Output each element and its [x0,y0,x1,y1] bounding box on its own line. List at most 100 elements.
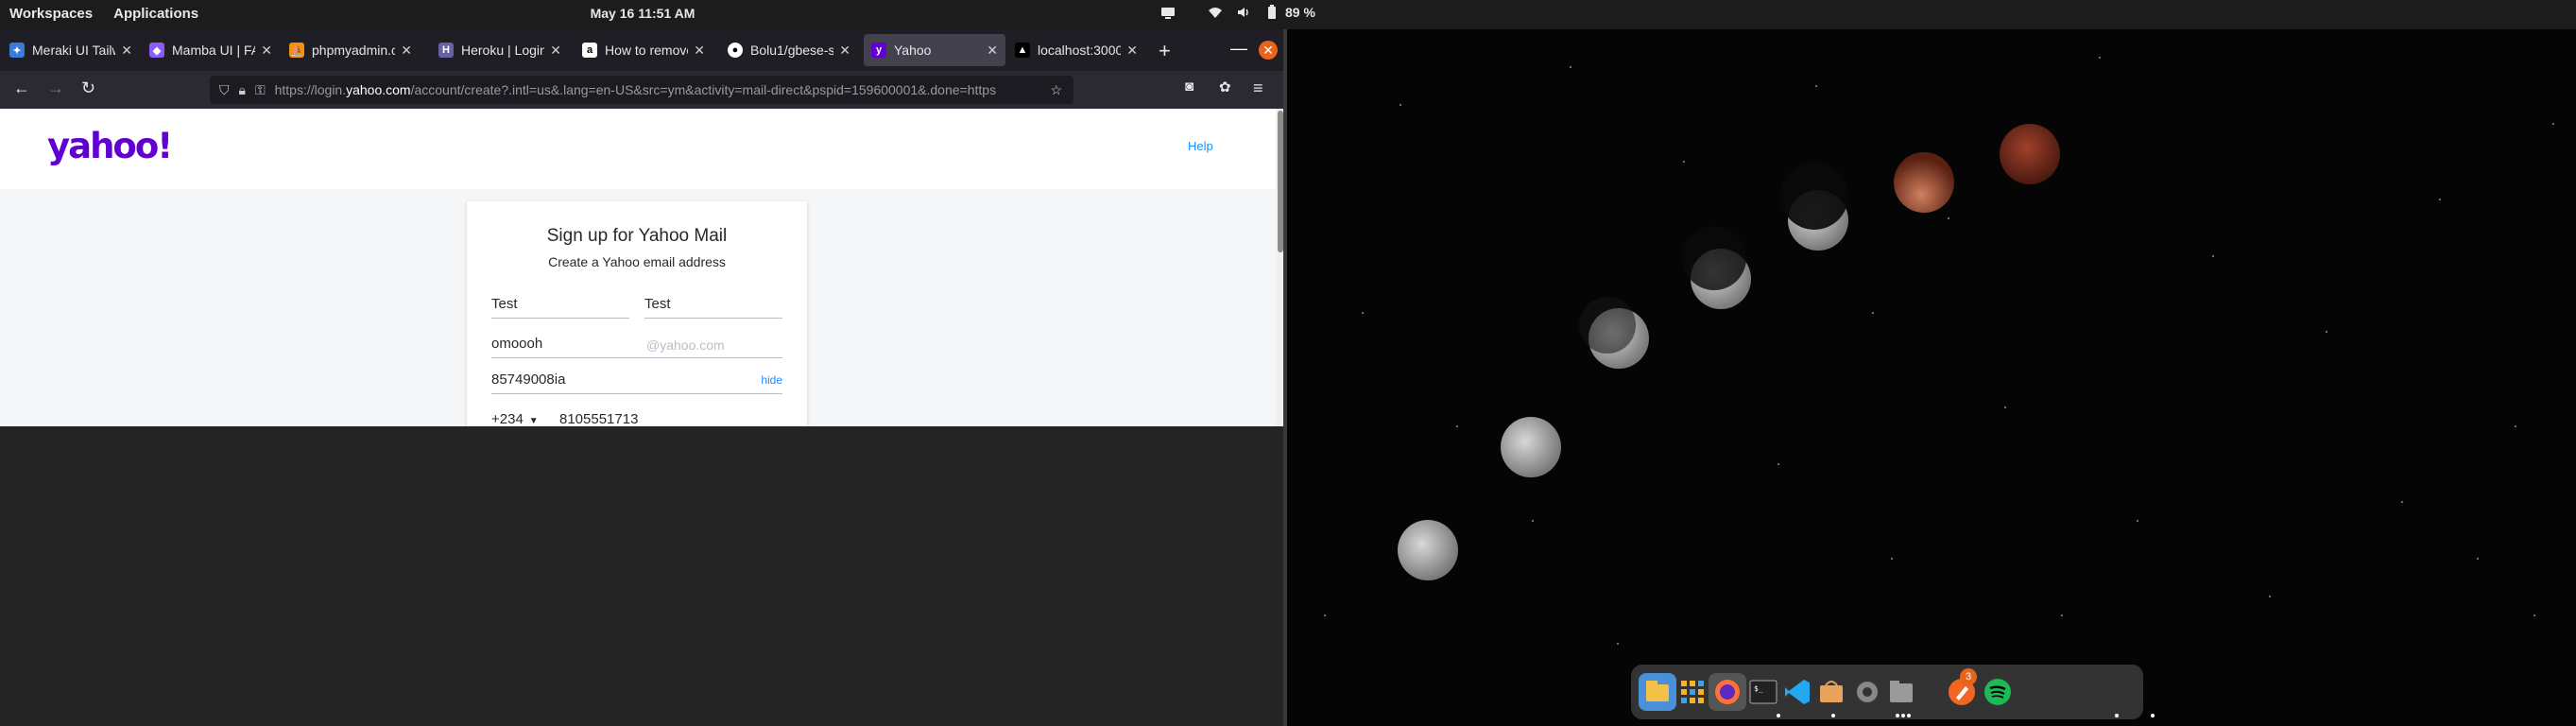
signup-title: Sign up for Yahoo Mail [546,226,728,246]
wifi-icon[interactable] [1208,5,1223,20]
close-icon[interactable]: ✕ [1126,43,1138,59]
url-bar[interactable]: ⛉ 🔒︎ ⚿ https://login.yahoo.com/account/c… [210,76,1073,104]
chevron-down-icon: ▼ [528,416,539,426]
hide-password-button[interactable]: hide [761,373,782,387]
clock[interactable]: May 16 11:51 AM [591,6,696,21]
running-indicator [1777,714,1780,717]
close-icon[interactable]: ✕ [401,43,412,59]
first-name-value: Test [491,296,518,312]
reload-icon[interactable]: ↻ [81,78,95,98]
running-indicator [1831,714,1835,717]
running-indicator [1907,714,1911,717]
app-grid-icon[interactable] [1674,673,1711,711]
tab-phpmyadmin[interactable]: ⛵ phpmyadmin.co ✕ [282,34,420,66]
meraki-favicon-icon: ✦ [9,43,25,58]
last-name-value: Test [644,296,671,312]
extension-icon[interactable]: ✿ [1219,78,1231,95]
tab-label: Mamba UI | FAQ [172,43,255,58]
pocket-icon[interactable]: ◙ [1185,78,1194,95]
running-indicator [1896,714,1899,717]
empty-workspace-area [0,426,1285,726]
localhost-favicon-icon: ▲ [1015,43,1030,58]
minimize-button[interactable]: — [1230,39,1247,59]
terminal-icon[interactable]: $_ [1744,673,1782,711]
tab-label: Bolu1/gbese-se [750,43,834,58]
spotify-icon[interactable] [1979,673,2017,711]
tab-label: Yahoo [894,43,932,58]
firefox-window: ✦ Meraki UI Tailw ✕ ◆ Mamba UI | FAQ ✕ ⛵… [0,29,1285,426]
files-icon[interactable] [1639,673,1676,711]
password-value: 85749008ia [491,372,566,388]
tab-label: Meraki UI Tailw [32,43,116,58]
username-field[interactable]: omoooh @yahoo.com [491,332,782,358]
back-arrow-icon[interactable]: ← [13,78,30,98]
signup-subtitle: Create a Yahoo email address [548,254,726,269]
navigation-toolbar: ← → ↻ ⛉ 🔒︎ ⚿ https://login.yahoo.com/acc… [0,71,1285,109]
vscode-icon[interactable] [1778,673,1816,711]
url-domain: yahoo.com [346,82,411,97]
tab-label: Heroku | Login [461,43,545,58]
battery-icon[interactable] [1264,5,1279,20]
password-field[interactable]: 85749008ia hide [491,368,782,394]
tab-heroku[interactable]: H Heroku | Login ✕ [431,34,569,66]
signup-card: Sign up for Yahoo Mail Create a Yahoo em… [467,201,807,426]
email-suffix: @yahoo.com [646,337,725,353]
bookmark-star-icon[interactable]: ☆ [1050,82,1062,98]
heroku-favicon-icon: H [438,43,454,58]
github-favicon-icon: ● [728,43,743,58]
help-link[interactable]: Help [1188,139,1213,153]
close-icon[interactable]: ✕ [694,43,705,59]
notification-badge: 3 [1960,668,1977,685]
country-code-value: +234 [491,411,524,426]
settings-icon[interactable] [1848,673,1886,711]
url-path: /account/create?.intl=us&.lang=en-US&src… [410,82,997,97]
running-indicator [2151,714,2155,717]
close-icon[interactable]: ✕ [261,43,272,59]
forward-arrow-icon[interactable]: → [47,78,64,98]
tab-yahoo[interactable]: y Yahoo ✕ [864,34,1005,66]
yahoo-logo[interactable]: yahoo! [47,126,173,166]
tab-label: phpmyadmin.co [312,43,396,58]
last-name-field[interactable]: Test [644,292,782,319]
username-value: omoooh [491,336,543,352]
file-manager-icon[interactable] [1882,673,1920,711]
tab-github[interactable]: ● Bolu1/gbese-se ✕ [720,34,858,66]
window-close-button[interactable]: ✕ [1259,41,1278,60]
firefox-icon[interactable] [1709,673,1746,711]
close-icon[interactable]: ✕ [121,43,132,59]
tab-localhost[interactable]: ▲ localhost:3000/ ✕ [1007,34,1145,66]
new-tab-button[interactable]: + [1159,39,1171,63]
yahoo-favicon-icon: y [871,43,886,58]
screen-share-icon[interactable] [1160,5,1176,20]
volume-icon[interactable] [1236,5,1251,20]
tab-mamba[interactable]: ◆ Mamba UI | FAQ ✕ [142,34,280,66]
system-top-bar: Workspaces Applications May 16 11:51 AM … [0,0,2576,29]
running-indicator [1901,714,1905,717]
phone-field[interactable]: 8105551713 [559,407,782,426]
key-icon[interactable]: ⚿ [255,82,266,98]
tab-meraki[interactable]: ✦ Meraki UI Tailw ✕ [2,34,140,66]
hamburger-menu-icon[interactable]: ≡ [1253,78,1263,98]
tab-label: localhost:3000/ [1038,43,1122,58]
url-text[interactable]: https://login.yahoo.com/account/create?.… [275,82,1043,97]
phpmyadmin-favicon-icon: ⛵ [289,43,304,58]
tab-strip: ✦ Meraki UI Tailw ✕ ◆ Mamba UI | FAQ ✕ ⛵… [0,29,1285,71]
yahoo-header: yahoo! Help [0,109,1276,189]
shield-icon[interactable]: ⛉ [219,82,230,98]
mamba-favicon-icon: ◆ [149,43,164,58]
desktop-wallpaper [1287,29,2576,726]
tab-label: How to remove [605,43,689,58]
first-name-field[interactable]: Test [491,292,629,319]
lunar-eclipse-image [1324,57,2554,645]
battery-percent[interactable]: 89 % [1285,5,1315,20]
tab-how-to-remove[interactable]: a How to remove ✕ [575,34,713,66]
store-icon[interactable] [1812,673,1850,711]
country-code-select[interactable]: +234 ▼ [491,407,548,426]
url-prefix: https://login. [274,82,347,97]
lock-icon[interactable]: 🔒︎ [239,82,246,98]
close-icon[interactable]: ✕ [550,43,561,59]
close-icon[interactable]: ✕ [987,43,998,59]
stackoverflow-favicon-icon: a [582,43,597,58]
close-icon[interactable]: ✕ [839,43,850,59]
page-viewport: yahoo! Help Sign up for Yahoo Mail Creat… [0,109,1285,426]
